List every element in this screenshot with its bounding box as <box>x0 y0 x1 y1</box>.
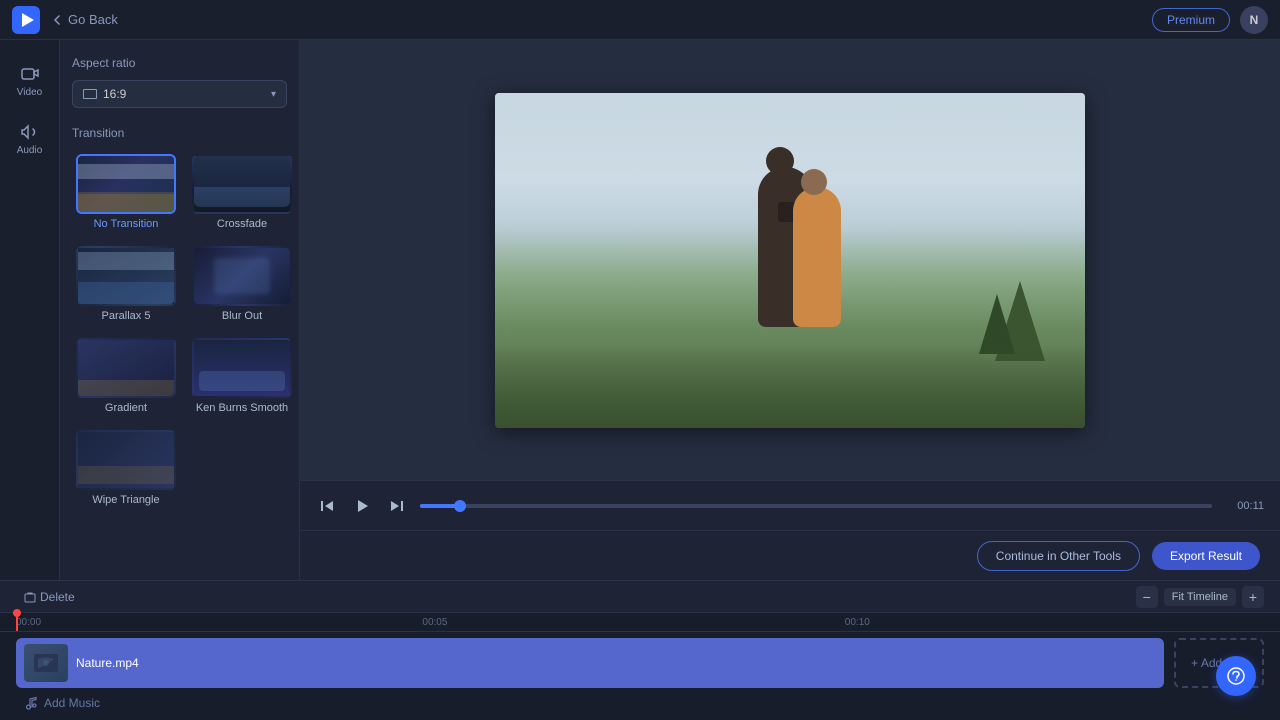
skip-forward-button[interactable] <box>386 495 408 517</box>
transition-label: Transition <box>72 126 287 140</box>
timeline-section: Delete − Fit Timeline + 00:00 00:05 00:1… <box>0 580 1280 720</box>
go-back-label: Go Back <box>68 12 118 27</box>
video-track-row: Nature.mp4 + Add files <box>16 638 1264 688</box>
skip-back-button[interactable] <box>316 495 338 517</box>
transition-item-no-transition[interactable]: No Transition <box>72 150 180 234</box>
sidebar-audio-label: Audio <box>17 145 43 156</box>
transition-thumb-crossfade <box>192 154 292 214</box>
sidebar-item-video[interactable]: Video <box>4 56 56 106</box>
ruler-mark-0: 00:00 <box>16 617 41 628</box>
sidebar-item-audio[interactable]: Audio <box>4 114 56 164</box>
transition-item-gradient[interactable]: Gradient <box>72 334 180 418</box>
track-filename: Nature.mp4 <box>76 656 139 670</box>
aspect-icon <box>83 89 97 99</box>
timeline-ruler: 00:00 00:05 00:10 <box>0 613 1280 632</box>
transition-item-wipe-triangle[interactable]: Wipe Triangle <box>72 426 180 510</box>
video-track[interactable]: Nature.mp4 <box>16 638 1164 688</box>
transition-label-blur-out: Blur Out <box>222 310 262 322</box>
aspect-ratio-dropdown[interactable]: 16:9 ▾ <box>72 80 287 108</box>
skip-back-icon <box>320 499 334 513</box>
progress-bar[interactable] <box>420 504 1212 508</box>
transition-label-wipe-triangle: Wipe Triangle <box>92 494 159 506</box>
video-icon <box>20 64 40 84</box>
skip-forward-icon <box>390 499 404 513</box>
timeline-toolbar: Delete − Fit Timeline + <box>0 581 1280 613</box>
go-back-button[interactable]: Go Back <box>50 12 118 27</box>
play-button[interactable] <box>350 494 374 518</box>
chat-icon <box>1226 666 1246 686</box>
transition-thumb-blur-out <box>192 246 292 306</box>
timeline-toolbar-right: − Fit Timeline + <box>1136 586 1264 608</box>
app-logo-icon <box>12 6 40 34</box>
transition-item-crossfade[interactable]: Crossfade <box>188 150 296 234</box>
transition-thumb-parallax5 <box>76 246 176 306</box>
audio-icon <box>20 122 40 142</box>
trash-icon <box>24 591 36 603</box>
continue-other-tools-button[interactable]: Continue in Other Tools <box>977 541 1140 571</box>
transition-thumb-gradient <box>76 338 176 398</box>
transition-thumb-no-transition <box>76 154 176 214</box>
transition-label-crossfade: Crossfade <box>217 218 267 230</box>
add-music-label: Add Music <box>44 696 100 710</box>
delete-button[interactable]: Delete <box>16 587 83 607</box>
video-preview <box>300 40 1280 480</box>
zoom-out-button[interactable]: − <box>1136 586 1158 608</box>
track-thumbnail <box>24 644 68 682</box>
left-panel: Aspect ratio 16:9 ▾ Transition No Transi… <box>60 40 300 580</box>
transition-label-parallax5: Parallax 5 <box>102 310 151 322</box>
time-display: 00:11 <box>1224 500 1264 512</box>
transition-thumb-ken-burns-smooth <box>192 338 292 398</box>
couple-figure <box>743 147 863 327</box>
transition-label-ken-burns-smooth: Ken Burns Smooth <box>196 402 288 414</box>
export-result-button[interactable]: Export Result <box>1152 542 1260 570</box>
bottom-actions: Continue in Other Tools Export Result <box>300 530 1280 580</box>
video-controls: 00:11 <box>300 480 1280 530</box>
ruler-mark-2: 00:10 <box>845 617 870 628</box>
progress-thumb <box>454 500 466 512</box>
topbar-right: Premium N <box>1152 6 1268 34</box>
play-icon <box>354 498 370 514</box>
fit-timeline-button[interactable]: Fit Timeline <box>1164 588 1236 606</box>
transition-label-gradient: Gradient <box>105 402 147 414</box>
person2-silhouette <box>793 187 841 327</box>
video-area: 00:11 Continue in Other Tools Export Res… <box>300 40 1280 580</box>
ruler-mark-1: 00:05 <box>422 617 447 628</box>
aspect-ratio-label: Aspect ratio <box>72 56 287 70</box>
main-layout: Video Audio Aspect ratio 16:9 ▾ Transiti… <box>0 40 1280 580</box>
video-scene <box>495 93 1085 428</box>
add-music-button[interactable]: Add Music <box>16 692 1264 714</box>
help-button[interactable] <box>1216 656 1256 696</box>
topbar: Go Back Premium N <box>0 0 1280 40</box>
transition-item-parallax5[interactable]: Parallax 5 <box>72 242 180 326</box>
timeline-toolbar-left: Delete <box>16 587 1128 607</box>
transition-grid: No Transition Crossfade Parallax 5 <box>72 150 287 510</box>
zoom-in-button[interactable]: + <box>1242 586 1264 608</box>
back-arrow-icon <box>50 13 64 27</box>
aspect-ratio-value: 16:9 <box>103 87 126 101</box>
sidebar-video-label: Video <box>17 87 42 98</box>
music-icon <box>24 696 38 710</box>
transition-item-blur-out[interactable]: Blur Out <box>188 242 296 326</box>
premium-button[interactable]: Premium <box>1152 8 1230 32</box>
delete-label: Delete <box>40 590 75 604</box>
icon-sidebar: Video Audio <box>0 40 60 580</box>
timeline-tracks: Nature.mp4 + Add files Add Music <box>0 632 1280 720</box>
video-frame <box>495 93 1085 428</box>
playhead <box>16 613 18 631</box>
transition-label-no-transition: No Transition <box>94 218 159 230</box>
track-thumb-icon <box>34 654 58 672</box>
chevron-down-icon: ▾ <box>271 89 276 100</box>
avatar[interactable]: N <box>1240 6 1268 34</box>
transition-thumb-wipe-triangle <box>76 430 176 490</box>
ground <box>495 344 1085 428</box>
transition-item-ken-burns-smooth[interactable]: Ken Burns Smooth <box>188 334 296 418</box>
